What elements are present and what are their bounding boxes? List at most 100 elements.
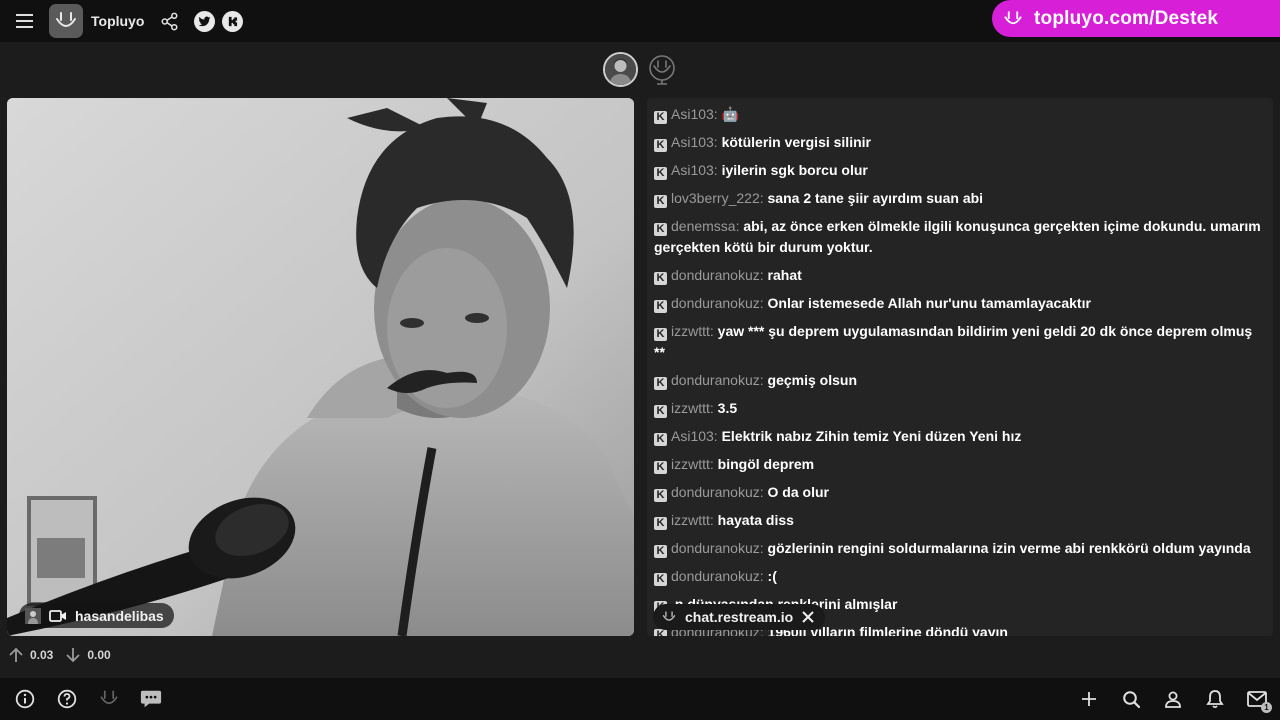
kick-badge-icon: K (654, 328, 667, 341)
kick-badge-icon: K (654, 433, 667, 446)
app-title[interactable]: Topluyo (91, 13, 144, 29)
twitter-icon[interactable] (194, 10, 216, 32)
chat-username[interactable]: Asi103: (671, 428, 718, 444)
search-icon[interactable] (1120, 688, 1142, 710)
chat-message: Kdenemssa: abi, az önce erken ölmekle il… (654, 216, 1265, 258)
chat-username[interactable]: Asi103: (671, 134, 718, 150)
hamburger-menu-icon[interactable] (12, 8, 38, 34)
help-icon[interactable] (56, 688, 78, 710)
kick-badge-icon: K (654, 545, 667, 558)
chat-username[interactable]: izzwttt: (671, 512, 714, 528)
chat-text: hayata diss (717, 512, 794, 528)
streamer-label[interactable]: hasandelibas (19, 603, 174, 628)
info-icon[interactable] (14, 688, 36, 710)
chat-username[interactable]: donduranokuz: (671, 484, 764, 500)
chat-username[interactable]: izzwttt: (671, 400, 714, 416)
topluyo-smile-icon (662, 611, 676, 621)
chat-message-list: K Asi103: 🤖 K Asi103: kötülerin vergisi sil… (647, 98, 1273, 636)
kick-badge-icon: K (654, 223, 667, 236)
user-icon[interactable] (1162, 688, 1184, 710)
kick-badge-icon: K (654, 489, 667, 502)
kick-badge-icon: K (654, 517, 667, 530)
chat-message: Klov3berry_222: sana 2 tane şiir ayırdım… (654, 188, 1265, 209)
chat-message: K Asi103: Elektrik nabız Zihin temiz Yeni… (654, 426, 1265, 447)
chat-message: Kizzwttt: hayata diss (654, 510, 1265, 531)
chat-text: 🤖 (721, 106, 740, 122)
chat-text: 3.5 (717, 400, 738, 416)
chat-text: O da olur (767, 484, 829, 500)
kick-badge-icon: K (654, 167, 667, 180)
kick-badge-icon: K (654, 629, 667, 636)
video-player[interactable]: hasandelibas (7, 98, 634, 636)
topluyo-smile-icon[interactable] (98, 688, 120, 710)
banner-text[interactable]: topluyo.com/Destek (1034, 8, 1218, 30)
chat-username[interactable]: izzwttt: (671, 323, 714, 339)
close-icon[interactable] (801, 610, 815, 624)
chat-source-popup[interactable]: chat.restream.io (653, 604, 826, 630)
camera-icon (49, 609, 66, 622)
kick-badge-icon: K (654, 405, 667, 418)
chat-username[interactable]: Asi103: (671, 162, 718, 178)
chat-source-text[interactable]: chat.restream.io (685, 609, 793, 625)
chat-username[interactable]: denemssa: (671, 218, 739, 234)
kick-badge-icon: K (654, 272, 667, 285)
kick-badge-icon: K (654, 300, 667, 313)
streamer-name: hasandelibas (75, 607, 164, 624)
chat-text: rahat (767, 267, 802, 283)
chat-message: Kizzwttt: yaw *** şu deprem uygulamasınd… (654, 321, 1265, 363)
chat-message: Kdonduranokuz: geçmiş olsun (654, 370, 1265, 391)
kick-badge-icon: K (654, 377, 667, 390)
chat-text: :( (767, 568, 777, 584)
chat-message: K Asi103: 🤖 (654, 104, 1265, 125)
chat-text: kötülerin vergisi silinir (721, 134, 871, 150)
chat-message: Kdonduranokuz: gözlerinin rengini soldur… (654, 538, 1265, 559)
chat-username[interactable]: lov3berry_222: (671, 190, 764, 206)
network-stats: 0.03 0.00 (8, 645, 111, 665)
notification-bell-icon[interactable] (1204, 688, 1226, 710)
chat-text: sana 2 tane şiir ayırdım suan abi (767, 190, 984, 206)
upload-rate: 0.03 (30, 648, 54, 662)
arrow-up-icon (9, 647, 23, 662)
chat-username[interactable]: donduranokuz: (671, 295, 764, 311)
chat-message: Kdonduranokuz: :( (654, 566, 1265, 587)
chat-text: Onlar istemesede Allah nur'unu tamamlaya… (767, 295, 1091, 311)
chat-message: K Asi103: iyilerin sgk borcu olur (654, 160, 1265, 181)
chat-text: Elektrik nabız Zihin temiz Yeni düzen Ye… (721, 428, 1022, 444)
chat-message: K Asi103: kötülerin vergisi silinir (654, 132, 1265, 153)
chat-message: Kizzwttt: 3.5 (654, 398, 1265, 419)
chat-username[interactable]: donduranokuz: (671, 540, 764, 556)
participant-avatar[interactable] (603, 52, 638, 87)
kick-badge-icon: K (654, 111, 667, 124)
topluyo-logo-icon[interactable] (49, 4, 83, 38)
chat-bubble-icon[interactable] (140, 688, 162, 710)
support-banner[interactable]: topluyo.com/Destek (992, 0, 1280, 37)
bottom-bar: 1 (0, 678, 1280, 720)
kick-icon[interactable] (222, 10, 244, 32)
kick-badge-icon: K (654, 195, 667, 208)
chat-text: gözlerinin rengini soldurmalarına izin v… (767, 540, 1251, 556)
chat-username[interactable]: donduranokuz: (671, 568, 764, 584)
top-bar: Topluyo topluyo.com/Destek (0, 0, 1280, 42)
share-icon[interactable] (158, 10, 180, 32)
arrow-down-icon (66, 648, 80, 663)
kick-badge-icon: K (654, 573, 667, 586)
chat-panel[interactable]: K Asi103: 🤖 K Asi103: kötülerin vergisi sil… (647, 98, 1273, 636)
chat-text: abi, az önce erken ölmekle ilgili konuşu… (654, 218, 1261, 255)
mail-icon[interactable]: 1 (1246, 688, 1272, 713)
chat-username[interactable]: izzwttt: (671, 456, 714, 472)
chat-message: Kdonduranokuz: Onlar istemesede Allah nu… (654, 293, 1265, 314)
chat-username[interactable]: donduranokuz: (671, 267, 764, 283)
mail-badge: 1 (1261, 702, 1272, 713)
chat-text: iyilerin sgk borcu olur (721, 162, 868, 178)
chat-text: bingöl deprem (717, 456, 815, 472)
chat-username[interactable]: Asi103: (671, 106, 718, 122)
kick-badge-icon: K (654, 139, 667, 152)
participants-row (603, 52, 679, 87)
webcam-feed-image (7, 98, 634, 636)
chat-text: yaw *** şu deprem uygulamasından bildiri… (654, 323, 1253, 360)
chat-username[interactable]: donduranokuz: (671, 372, 764, 388)
chat-text: geçmiş olsun (767, 372, 857, 388)
plus-icon[interactable] (1078, 688, 1100, 710)
microphone-ghost-icon[interactable] (644, 52, 679, 87)
streamer-avatar-icon (25, 607, 41, 624)
